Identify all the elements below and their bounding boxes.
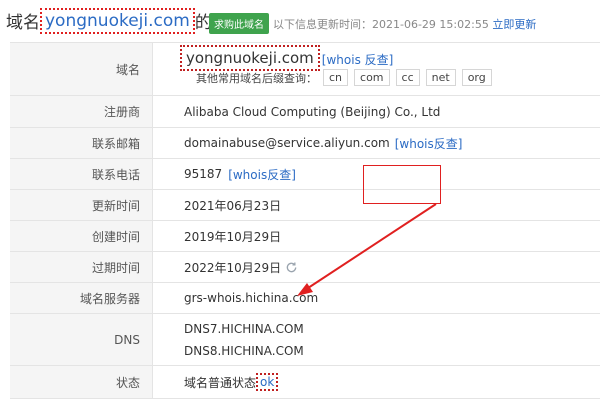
suffix-tag-net[interactable]: net [425,69,456,86]
row-label: 联系邮箱 [10,128,153,158]
update-label: 以下信息更新时间： [273,18,372,31]
whois-reverse-link[interactable]: [whois 反查] [322,51,394,68]
dns-value-1: DNS7.HICHINA.COM [184,321,304,336]
email-value: domainabuse@service.aliyun.com [184,136,390,150]
table-row-registrar: 注册商 Alibaba Cloud Computing (Beijing) Co… [10,96,600,128]
phone-value: 95187 [184,167,223,181]
row-value: 2022年10月29日 [184,252,600,282]
table-row-expires: 过期时间 2022年10月29日 [10,252,600,283]
row-label: 域名服务器 [10,283,153,313]
expires-value: 2022年10月29日 [184,260,282,275]
row-value: 域名普通状态 ok [184,366,600,398]
row-value: domainabuse@service.aliyun.com [whois反查] [184,128,600,158]
registrar-value: Alibaba Cloud Computing (Beijing) Co., L… [184,104,441,119]
table-row-domain: 域名 yongnuokeji.com [whois 反查] 其他常用域名后缀查询… [10,43,600,96]
dns-value-2: DNS8.HICHINA.COM [184,343,304,358]
page-header: 域名yongnuokeji.com的信息 求购此域名 以下信息更新时间：2021… [0,0,600,42]
email-whois-link[interactable]: [whois反查] [395,135,463,152]
row-label: 状态 [10,366,153,398]
nameserver-value: grs-whois.hichina.com [184,291,319,305]
suffix-tag-cc[interactable]: cc [395,69,420,86]
refresh-now-link[interactable]: 立即更新 [492,18,536,31]
suffix-label: 其他常用域名后缀查询： [196,71,317,85]
phone-whois-link[interactable]: [whois反查] [228,166,296,183]
update-info: 以下信息更新时间：2021-06-29 15:02:55 立即更新 [273,16,536,32]
row-label: 域名 [10,43,153,95]
whois-table: 域名 yongnuokeji.com [whois 反查] 其他常用域名后缀查询… [10,42,600,399]
table-row-phone: 联系电话 95187 [whois反查] [10,159,600,190]
row-label: 更新时间 [10,190,153,220]
table-row-created: 创建时间 2019年10月29日 [10,221,600,252]
row-label: 创建时间 [10,221,153,251]
table-row-updated: 更新时间 2021年06月23日 [10,190,600,221]
suffix-query: 其他常用域名后缀查询： cn com cc net org [196,69,492,86]
table-row-status: 状态 域名普通状态 ok [10,366,600,399]
table-row-email: 联系邮箱 domainabuse@service.aliyun.com [who… [10,128,600,159]
buy-domain-button[interactable]: 求购此域名 [209,13,269,34]
row-label: 注册商 [10,96,153,127]
table-row-dns: DNS DNS7.HICHINA.COM DNS8.HICHINA.COM [10,314,600,366]
created-value: 2019年10月29日 [184,229,282,244]
suffix-tag-cn[interactable]: cn [323,69,349,86]
update-time: 2021-06-29 15:02:55 [372,18,489,31]
row-value: DNS7.HICHINA.COM DNS8.HICHINA.COM [184,314,600,365]
table-row-nameserver: 域名服务器 grs-whois.hichina.com [10,283,600,314]
row-label: 联系电话 [10,159,153,189]
row-label: DNS [10,314,153,365]
suffix-tag-org[interactable]: org [461,69,492,86]
row-label: 过期时间 [10,252,153,282]
title-domain[interactable]: yongnuokeji.com [40,7,195,34]
domain-value: yongnuokeji.com [180,45,320,71]
status-text: 域名普通状态 [184,375,257,390]
suffix-tag-com[interactable]: com [354,69,390,86]
refresh-icon[interactable] [285,261,298,274]
annotation-rectangle [363,165,441,204]
title-prefix: 域名 [6,13,40,33]
status-ok-link[interactable]: ok [256,373,279,391]
